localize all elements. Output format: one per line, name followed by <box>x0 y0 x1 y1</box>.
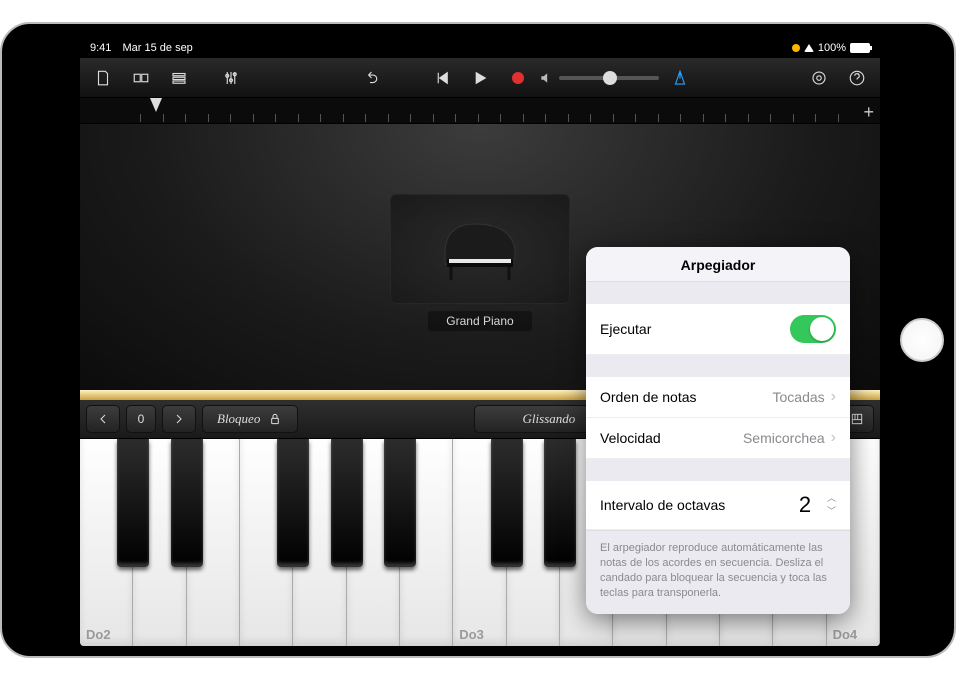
octave-range-value: 2 <box>793 492 817 518</box>
volume-icon <box>539 71 553 85</box>
track-controls-button[interactable] <box>214 64 248 92</box>
status-bar: 9:41 Mar 15 de sep 100% <box>80 38 880 58</box>
arpeggiator-popover: Arpegiador Ejecutar Orden de notas Tocad… <box>586 247 850 614</box>
volume-knob[interactable] <box>603 71 617 85</box>
key-label-c4: Do4 <box>833 627 858 642</box>
instrument-selector[interactable]: Grand Piano <box>380 194 580 330</box>
run-toggle[interactable] <box>790 315 836 343</box>
battery-pct: 100% <box>818 42 846 54</box>
white-key[interactable]: Do3 <box>453 439 506 646</box>
note-order-row[interactable]: Orden de notas Tocadas › <box>586 377 850 418</box>
app-screen: 9:41 Mar 15 de sep 100% <box>80 38 880 646</box>
octave-range-label: Intervalo de octavas <box>600 497 725 513</box>
stepper-up-icon[interactable]: ︿ <box>827 494 836 503</box>
status-time: 9:41 <box>90 42 111 54</box>
note-order-value: Tocadas <box>773 389 825 405</box>
play-button[interactable] <box>463 64 497 92</box>
stepper-down-icon[interactable]: ﹀ <box>827 507 836 516</box>
run-label: Ejecutar <box>600 321 651 337</box>
lock-button[interactable]: Bloqueo <box>202 405 298 433</box>
help-button[interactable] <box>840 64 874 92</box>
octave-range-stepper[interactable]: ︿ ﹀ <box>827 494 836 516</box>
white-key[interactable] <box>347 439 400 646</box>
white-key[interactable] <box>507 439 560 646</box>
record-icon <box>512 72 524 84</box>
speed-label: Velocidad <box>600 430 661 446</box>
octave-up-button[interactable] <box>162 405 196 433</box>
undo-button[interactable] <box>353 64 387 92</box>
add-section-button[interactable]: + <box>863 102 874 123</box>
timeline-ruler[interactable]: + <box>80 98 880 124</box>
white-key[interactable] <box>187 439 240 646</box>
run-row: Ejecutar <box>586 304 850 355</box>
speed-value: Semicorchea <box>743 430 825 446</box>
ruler-ticks <box>140 114 860 122</box>
ipad-frame: 9:41 Mar 15 de sep 100% <box>0 22 956 658</box>
chevron-right-icon: › <box>831 429 836 447</box>
white-key[interactable] <box>400 439 453 646</box>
volume-track[interactable] <box>559 76 659 80</box>
home-button[interactable] <box>900 318 944 362</box>
battery-icon <box>850 43 870 53</box>
mode-label: Glissando <box>523 411 576 427</box>
octave-value: 0 <box>126 405 156 433</box>
keyboard-icon <box>849 411 865 427</box>
key-label-c3: Do3 <box>459 627 484 642</box>
settings-button[interactable] <box>802 64 836 92</box>
white-key[interactable] <box>293 439 346 646</box>
octave-range-row: Intervalo de octavas 2 ︿ ﹀ <box>586 481 850 530</box>
white-key[interactable] <box>240 439 293 646</box>
key-label-c2: Do2 <box>86 627 111 642</box>
chevron-right-icon: › <box>831 388 836 406</box>
record-button[interactable] <box>501 64 535 92</box>
white-key[interactable] <box>133 439 186 646</box>
my-songs-button[interactable] <box>86 64 120 92</box>
location-indicator-icon <box>792 44 800 52</box>
wifi-icon <box>804 44 814 52</box>
octave-down-button[interactable] <box>86 405 120 433</box>
go-to-start-button[interactable] <box>425 64 459 92</box>
popover-footer-text: El arpegiador reproduce automáticamente … <box>586 531 850 614</box>
browser-button[interactable] <box>124 64 158 92</box>
metronome-button[interactable] <box>663 64 697 92</box>
lock-label: Bloqueo <box>217 411 260 427</box>
playhead-icon[interactable] <box>150 98 162 112</box>
popover-title: Arpegiador <box>586 247 850 282</box>
volume-slider[interactable] <box>539 71 659 85</box>
white-key[interactable]: Do2 <box>80 439 133 646</box>
status-date: Mar 15 de sep <box>122 42 192 54</box>
tracks-view-button[interactable] <box>162 64 196 92</box>
note-order-label: Orden de notas <box>600 389 697 405</box>
app-toolbar <box>80 58 880 98</box>
speed-row[interactable]: Velocidad Semicorchea › <box>586 418 850 459</box>
lock-icon <box>267 411 283 427</box>
instrument-name: Grand Piano <box>428 311 531 331</box>
grand-piano-icon <box>435 214 525 284</box>
instrument-thumbnail <box>390 194 570 304</box>
